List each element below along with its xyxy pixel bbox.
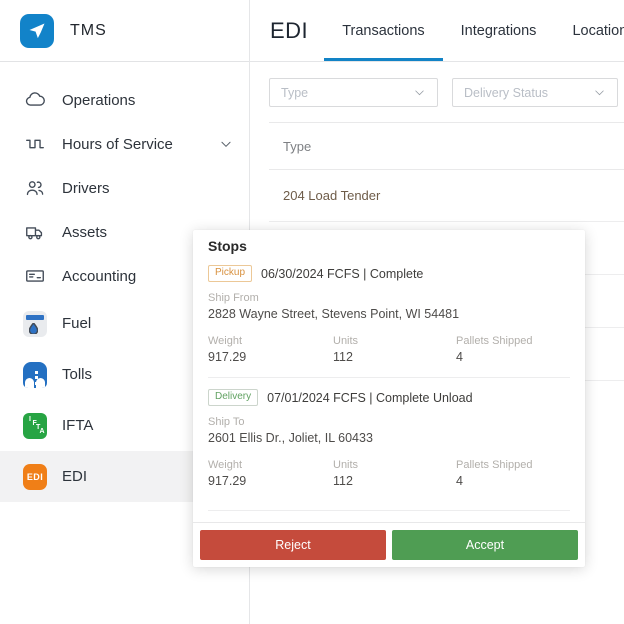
pallets-shipped-label: Pallets Shipped bbox=[456, 335, 533, 347]
fuel-icon bbox=[23, 310, 47, 337]
chevron-down-icon[interactable] bbox=[219, 137, 233, 151]
tab-bar: Transactions Integrations Locations bbox=[324, 0, 624, 61]
tab-label: Locations bbox=[572, 22, 624, 39]
accept-button[interactable]: Accept bbox=[392, 530, 578, 560]
app-title: TMS bbox=[70, 21, 107, 39]
page-header: EDI Transactions Integrations Locations bbox=[250, 0, 624, 62]
sidebar-item-label: Drivers bbox=[62, 179, 110, 197]
sidebar-item-drivers[interactable]: Drivers bbox=[0, 166, 249, 210]
chevron-down-icon bbox=[595, 90, 604, 96]
sidebar-item-operations[interactable]: Operations bbox=[0, 78, 249, 122]
sidebar-item-label: Accounting bbox=[62, 267, 137, 285]
divider bbox=[208, 377, 570, 378]
stop-schedule: 06/30/2024 FCFS | Complete bbox=[261, 266, 424, 281]
people-icon bbox=[23, 176, 47, 200]
pickup-badge: Pickup bbox=[208, 265, 253, 282]
weight-label: Weight bbox=[208, 459, 243, 471]
chevron-down-icon bbox=[415, 90, 424, 96]
weight-value: 917.29 bbox=[208, 350, 247, 364]
ship-from-address: 2828 Wayne Street, Stevens Point, WI 544… bbox=[208, 307, 460, 321]
weight-label: Weight bbox=[208, 335, 243, 347]
sidebar-item-label: Operations bbox=[62, 91, 136, 109]
divider bbox=[208, 510, 570, 511]
pallets-shipped-label: Pallets Shipped bbox=[456, 459, 533, 471]
ship-from-label: Ship From bbox=[208, 292, 259, 304]
delivery-badge: Delivery bbox=[208, 389, 259, 406]
ifta-icon: I F T A bbox=[23, 412, 47, 439]
tab-label: Integrations bbox=[460, 22, 537, 39]
ship-to-address: 2601 Ellis Dr., Joliet, IL 60433 bbox=[208, 431, 373, 445]
column-header-type: Type bbox=[283, 138, 312, 154]
pallets-shipped-value: 4 bbox=[456, 350, 463, 364]
ship-to-label: Ship To bbox=[208, 416, 245, 428]
weight-value: 917.29 bbox=[208, 474, 247, 488]
tab-transactions[interactable]: Transactions bbox=[324, 0, 443, 61]
table-header: Type bbox=[269, 122, 624, 170]
truck-icon bbox=[23, 220, 47, 244]
sidebar-item-label: Fuel bbox=[62, 315, 92, 332]
sidebar-item-label: Tolls bbox=[62, 366, 93, 383]
filter-bar: Type Delivery Status bbox=[250, 62, 624, 107]
delivery-status-filter-placeholder: Delivery Status bbox=[464, 85, 549, 100]
page-title: EDI bbox=[270, 17, 309, 43]
stops-popup: Stops Pickup 06/30/2024 FCFS | Complete … bbox=[193, 230, 585, 567]
app-logo: TMS bbox=[0, 0, 249, 62]
sidebar-item-label: IFTA bbox=[62, 417, 94, 434]
sidebar-item-hours-of-service[interactable]: Hours of Service bbox=[0, 122, 249, 166]
stop-header: Delivery 07/01/2024 FCFS | Complete Unlo… bbox=[208, 389, 570, 406]
units-label: Units bbox=[333, 335, 359, 347]
units-label: Units bbox=[333, 459, 359, 471]
reject-button[interactable]: Reject bbox=[200, 530, 386, 560]
units-value: 112 bbox=[333, 474, 353, 488]
tolls-bridge-icon bbox=[23, 361, 47, 388]
type-filter-select[interactable]: Type bbox=[269, 78, 438, 107]
tab-label: Transactions bbox=[342, 22, 425, 39]
tms-logo-icon bbox=[20, 13, 54, 48]
row-type-cell: 204 Load Tender bbox=[283, 188, 381, 203]
invoice-icon bbox=[23, 264, 47, 288]
stop-header: Pickup 06/30/2024 FCFS | Complete bbox=[208, 265, 570, 282]
delivery-status-filter-select[interactable]: Delivery Status bbox=[452, 78, 618, 107]
tab-locations[interactable]: Locations bbox=[554, 0, 624, 61]
tab-integrations[interactable]: Integrations bbox=[443, 0, 555, 61]
sidebar-item-label: Assets bbox=[62, 223, 108, 241]
type-filter-placeholder: Type bbox=[281, 85, 309, 100]
edi-icon: EDI bbox=[23, 463, 47, 490]
sidebar-item-label: EDI bbox=[62, 468, 88, 485]
popup-footer: Reject Accept bbox=[193, 522, 585, 567]
waveform-icon bbox=[23, 132, 47, 156]
popup-title: Stops bbox=[208, 238, 247, 254]
units-value: 112 bbox=[333, 350, 353, 364]
sidebar-item-label: Hours of Service bbox=[62, 135, 173, 153]
stop-stats: Weight 917.29 Units 112 Pallets Shipped … bbox=[208, 459, 570, 488]
stop-schedule: 07/01/2024 FCFS | Complete Unload bbox=[267, 390, 473, 405]
table-row[interactable]: 204 Load Tender bbox=[269, 170, 624, 222]
stop-stats: Weight 917.29 Units 112 Pallets Shipped … bbox=[208, 335, 570, 364]
pallets-shipped-value: 4 bbox=[456, 474, 463, 488]
cloud-icon bbox=[23, 88, 47, 112]
